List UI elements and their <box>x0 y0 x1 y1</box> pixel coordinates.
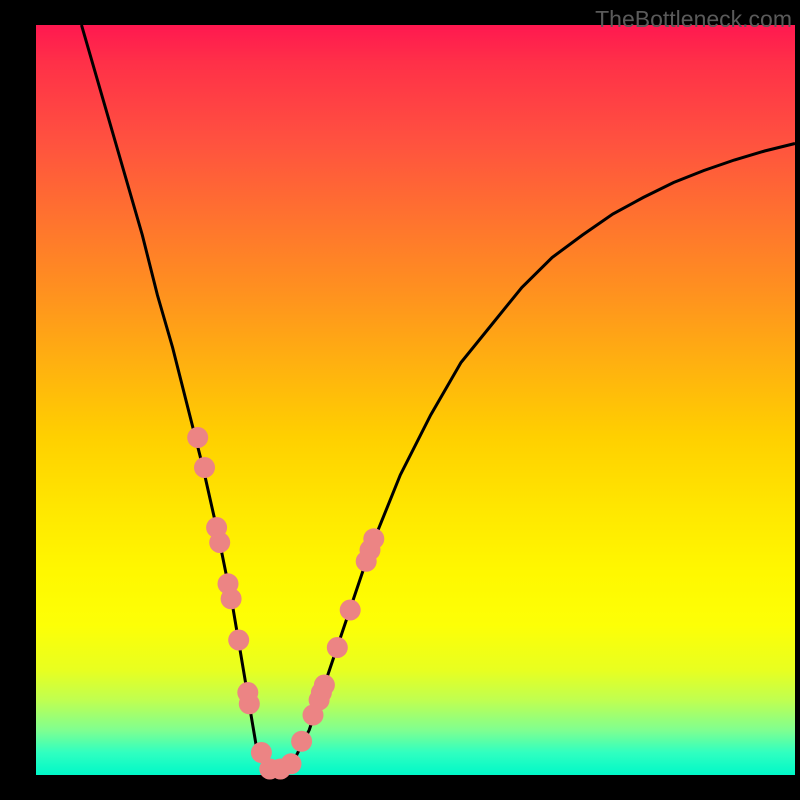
watermark-text: TheBottleneck.com <box>595 6 792 33</box>
chart-frame: TheBottleneck.com <box>0 0 800 800</box>
plot-background <box>36 25 795 775</box>
